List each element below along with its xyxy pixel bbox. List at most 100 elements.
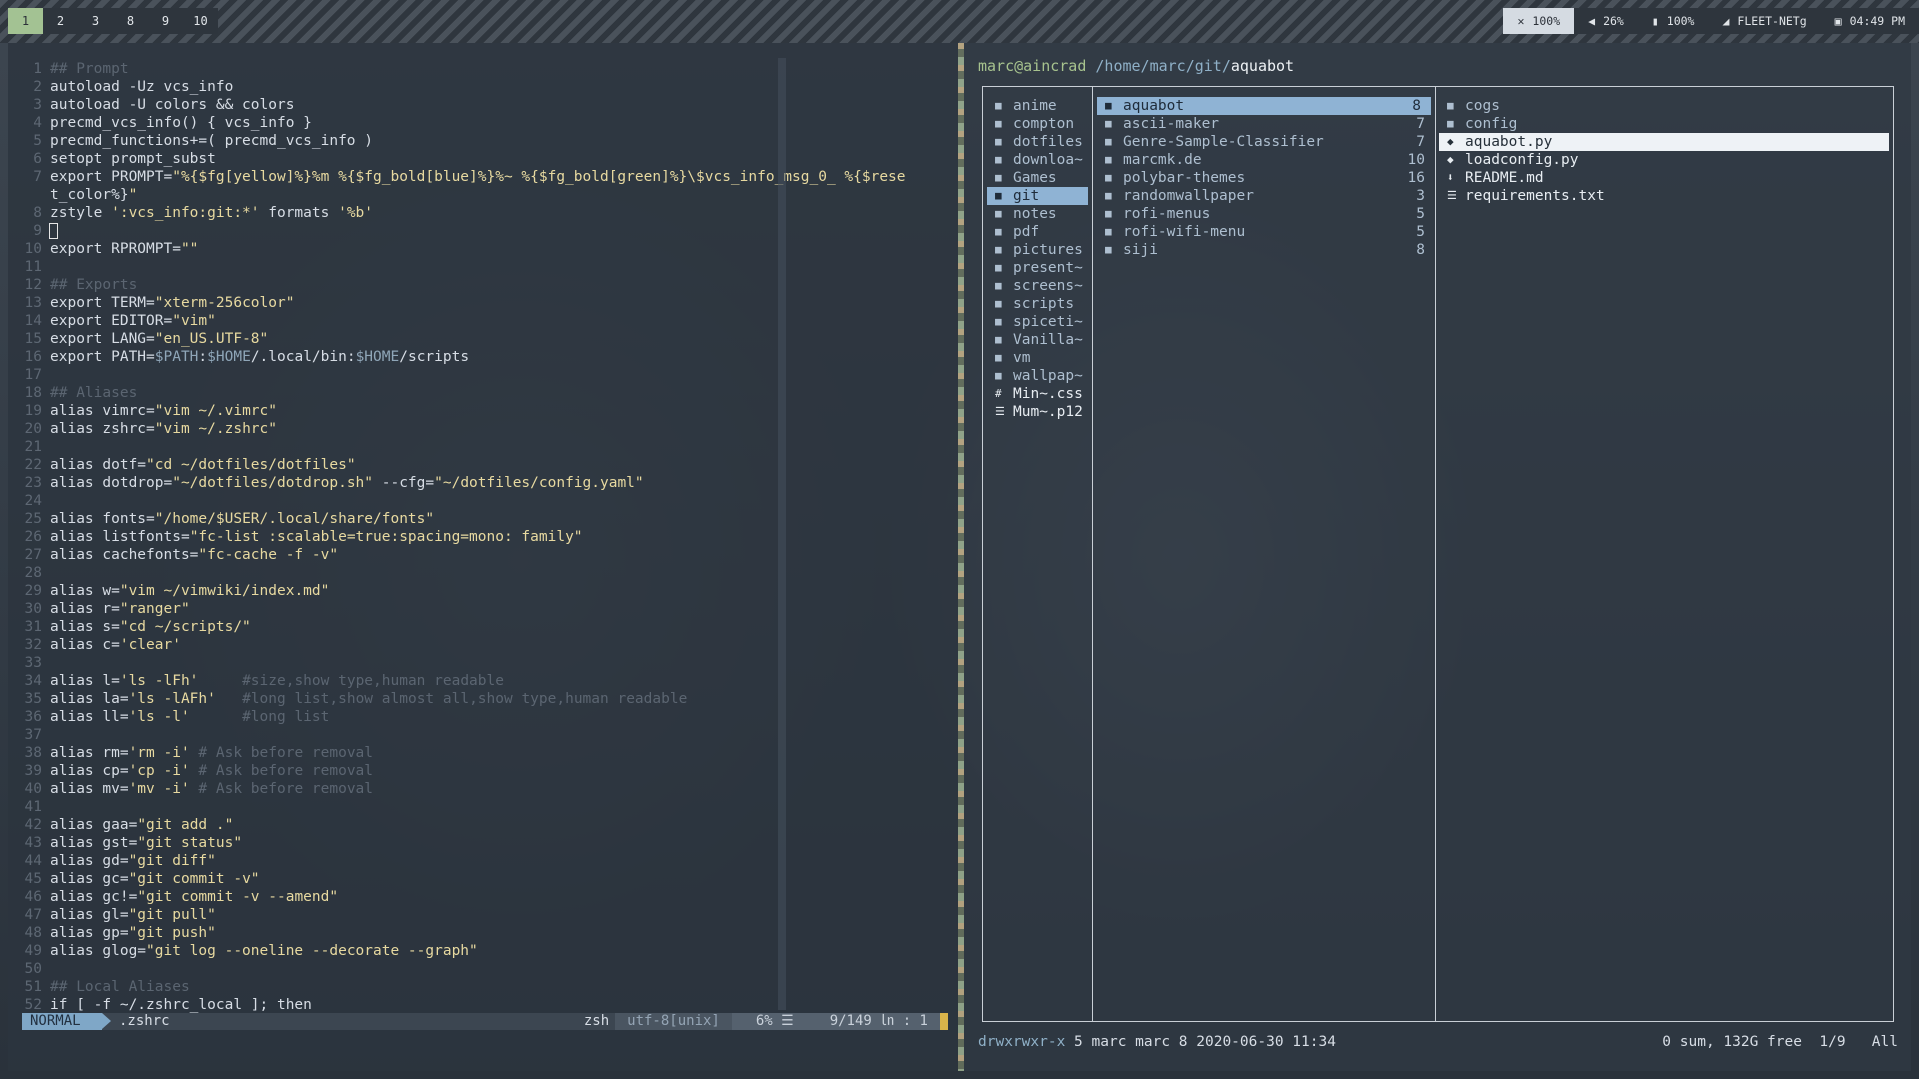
code-line[interactable]: 23 alias dotdrop="~/dotfiles/dotdrop.sh" … — [8, 474, 943, 492]
code-line[interactable]: 25 alias fonts="/home/$USER/.local/share/… — [8, 510, 943, 528]
code-line[interactable]: 33 — [8, 654, 943, 672]
workspace-3[interactable]: 3 — [78, 8, 113, 34]
code-line[interactable]: 44 alias gd="git diff" — [8, 852, 943, 870]
code-line[interactable]: 50 — [8, 960, 943, 978]
file-entry[interactable]: ■ randomwallpaper 3 — [1093, 187, 1435, 205]
code-line[interactable]: 6 setopt prompt_subst — [8, 150, 943, 168]
code-line[interactable]: 19 alias vimrc="vim ~/.vimrc" — [8, 402, 943, 420]
code-line[interactable]: 21 — [8, 438, 943, 456]
file-entry[interactable]: ■ Vanilla~ — [983, 331, 1092, 349]
workspace-8[interactable]: 8 — [113, 8, 148, 34]
code-line[interactable]: 38 alias rm='rm -i' # Ask before removal — [8, 744, 943, 762]
volume-module[interactable]: ◀ 26% — [1574, 8, 1638, 34]
battery-module[interactable]: ▮ 100% — [1637, 8, 1709, 34]
file-entry[interactable]: ☰ Mum~.p12 — [983, 403, 1092, 421]
file-entry[interactable]: ■ spiceti~ — [983, 313, 1092, 331]
file-entry[interactable]: # Min~.css — [983, 385, 1092, 403]
code-line[interactable]: 32 alias c='clear' — [8, 636, 943, 654]
code-line[interactable]: 46 alias gc!="git commit -v --amend" — [8, 888, 943, 906]
code-line[interactable]: 7 export PROMPT="%{$fg[yellow]%}%m %{$fg_… — [8, 168, 943, 186]
file-entry[interactable]: ■ screens~ — [983, 277, 1092, 295]
file-entry[interactable]: ■ git — [987, 187, 1088, 205]
code-line[interactable]: 45 alias gc="git commit -v" — [8, 870, 943, 888]
workspace-9[interactable]: 9 — [148, 8, 183, 34]
code-line[interactable]: 35 alias la='ls -lAFh' #long list,show al… — [8, 690, 943, 708]
code-line[interactable]: 1 ## Prompt — [8, 60, 943, 78]
code-line[interactable]: 28 — [8, 564, 943, 582]
file-entry[interactable]: ■ notes — [983, 205, 1092, 223]
code-line[interactable]: 36 alias ll='ls -l' #long list — [8, 708, 943, 726]
code-line[interactable]: 14 export EDITOR="vim" — [8, 312, 943, 330]
file-entry[interactable]: ■ cogs — [1435, 97, 1893, 115]
code-line[interactable]: 4 precmd_vcs_info() { vcs_info } — [8, 114, 943, 132]
code-buffer[interactable]: 1 ## Prompt 2 autoload -Uz vcs_info 3 autoloa… — [8, 60, 943, 1014]
vim-editor-window[interactable]: 1 ## Prompt 2 autoload -Uz vcs_info 3 autoloa… — [8, 43, 958, 1071]
file-entry[interactable]: ■ Games — [983, 169, 1092, 187]
file-entry[interactable]: ☰ requirements.txt — [1435, 187, 1893, 205]
file-entry[interactable]: ■ Genre-Sample-Classifier 7 — [1093, 133, 1435, 151]
file-entry[interactable]: ■ dotfiles — [983, 133, 1092, 151]
file-entry[interactable]: ■ present~ — [983, 259, 1092, 277]
code-line[interactable]: 52 if [ -f ~/.zshrc_local ]; then — [8, 996, 943, 1014]
file-entry[interactable]: ■ polybar-themes 16 — [1093, 169, 1435, 187]
file-entry[interactable]: ■ config — [1435, 115, 1893, 133]
code-line[interactable]: 11 — [8, 258, 943, 276]
code-line[interactable]: 12 ## Exports — [8, 276, 943, 294]
file-entry[interactable]: ■ rofi-wifi-menu 5 — [1093, 223, 1435, 241]
code-line[interactable]: 42 alias gaa="git add ." — [8, 816, 943, 834]
code-line[interactable]: 41 — [8, 798, 943, 816]
code-line[interactable]: 51 ## Local Aliases — [8, 978, 943, 996]
file-entry[interactable]: ■ rofi-menus 5 — [1093, 205, 1435, 223]
file-entry[interactable]: ■ siji 8 — [1093, 241, 1435, 259]
file-entry[interactable]: ■ pdf — [983, 223, 1092, 241]
file-entry[interactable]: ■ compton — [983, 115, 1092, 133]
file-entry[interactable]: ■ marcmk.de 10 — [1093, 151, 1435, 169]
workspace-1[interactable]: 1 — [8, 8, 43, 34]
network-module[interactable]: ◢ FLEET-NETg — [1708, 8, 1821, 34]
code-line[interactable]: 30 alias r="ranger" — [8, 600, 943, 618]
file-entry[interactable]: ■ pictures — [983, 241, 1092, 259]
code-line[interactable]: 40 alias mv='mv -i' # Ask before removal — [8, 780, 943, 798]
code-line[interactable]: 26 alias listfonts="fc-list :scalable=tru… — [8, 528, 943, 546]
code-line[interactable]: 27 alias cachefonts="fc-cache -f -v" — [8, 546, 943, 564]
code-line[interactable]: 48 alias gp="git push" — [8, 924, 943, 942]
file-entry[interactable]: ■ aquabot 8 — [1097, 97, 1431, 115]
code-line[interactable]: 34 alias l='ls -lFh' #size,show type,huma… — [8, 672, 943, 690]
editor-scrollbar[interactable] — [778, 58, 786, 1010]
workspace-2[interactable]: 2 — [43, 8, 78, 34]
file-entry[interactable]: ■ downloa~ — [983, 151, 1092, 169]
code-line[interactable]: 24 — [8, 492, 943, 510]
file-entry[interactable]: ■ scripts — [983, 295, 1092, 313]
code-line[interactable]: 20 alias zshrc="vim ~/.zshrc" — [8, 420, 943, 438]
code-line[interactable]: 9 — [8, 222, 943, 240]
code-line[interactable]: 18 ## Aliases — [8, 384, 943, 402]
code-line[interactable]: 29 alias w="vim ~/vimwiki/index.md" — [8, 582, 943, 600]
ranger-file-manager[interactable]: marc@aincrad /home/marc/git/aquabot ■ ani… — [964, 43, 1911, 1071]
code-line[interactable]: 13 export TERM="xterm-256color" — [8, 294, 943, 312]
code-line[interactable]: 43 alias gst="git status" — [8, 834, 943, 852]
workspace-10[interactable]: 10 — [183, 8, 218, 34]
code-line[interactable]: 47 alias gl="git pull" — [8, 906, 943, 924]
file-entry[interactable]: ⬇ README.md — [1435, 169, 1893, 187]
file-entry[interactable]: ■ anime — [983, 97, 1092, 115]
code-line[interactable]: 3 autoload -U colors && colors — [8, 96, 943, 114]
code-line[interactable]: 39 alias cp='cp -i' # Ask before removal — [8, 762, 943, 780]
code-line[interactable]: 10 export RPROMPT="" — [8, 240, 943, 258]
code-line[interactable]: 8 zstyle ':vcs_info:git:*' formats '%b' — [8, 204, 943, 222]
file-entry[interactable]: ◆ aquabot.py — [1439, 133, 1889, 151]
brightness-module[interactable]: ✕ 100% — [1503, 8, 1575, 34]
code-line[interactable]: 22 alias dotf="cd ~/dotfiles/dotfiles" — [8, 456, 943, 474]
file-entry[interactable]: ■ wallpap~ — [983, 367, 1092, 385]
code-line[interactable]: 37 — [8, 726, 943, 744]
clock-module[interactable]: ▣ 04:49 PM — [1820, 8, 1919, 34]
file-entry[interactable]: ■ vm — [983, 349, 1092, 367]
code-line[interactable]: 2 autoload -Uz vcs_info — [8, 78, 943, 96]
code-line[interactable]: 31 alias s="cd ~/scripts/" — [8, 618, 943, 636]
code-line[interactable]: 49 alias glog="git log --oneline --decora… — [8, 942, 943, 960]
file-entry[interactable]: ◆ loadconfig.py — [1435, 151, 1893, 169]
file-entry[interactable]: ■ ascii-maker 7 — [1093, 115, 1435, 133]
code-line[interactable]: 17 — [8, 366, 943, 384]
code-line[interactable]: t_color%}" — [8, 186, 943, 204]
code-line[interactable]: 5 precmd_functions+=( precmd_vcs_info ) — [8, 132, 943, 150]
code-line[interactable]: 15 export LANG="en_US.UTF-8" — [8, 330, 943, 348]
